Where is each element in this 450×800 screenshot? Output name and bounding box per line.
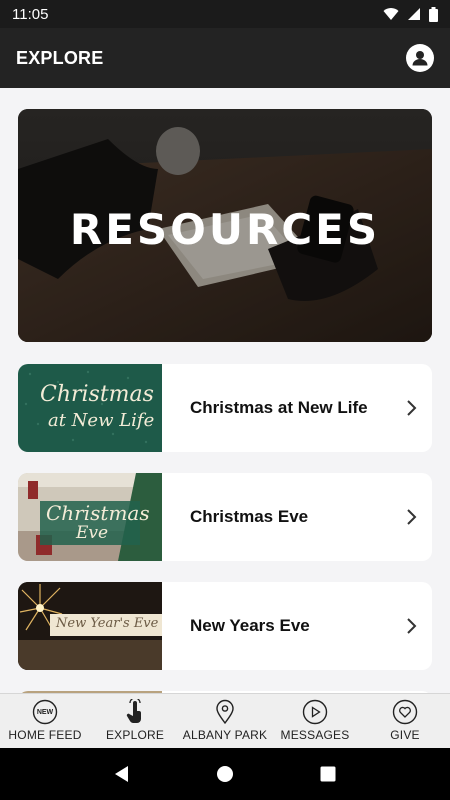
home-icon[interactable] xyxy=(216,765,234,783)
thumb-title-line2: at New Life xyxy=(48,410,155,431)
hero-label: RESOURCES xyxy=(69,205,381,254)
chevron-right-icon xyxy=(392,508,432,526)
nav-home-feed[interactable]: NEW HOME FEED xyxy=(0,694,90,748)
thumb-title: New Year's Eve xyxy=(56,616,159,631)
map-pin-icon xyxy=(212,699,238,725)
resource-card-new-years-eve[interactable]: New Year's Eve New Years Eve xyxy=(18,582,432,670)
status-bar: 11:05 xyxy=(0,0,450,28)
nav-label: MESSAGES xyxy=(280,728,350,742)
signal-icon xyxy=(408,8,420,20)
system-nav-bar xyxy=(0,748,450,800)
play-circle-icon xyxy=(302,699,328,725)
nav-label: ALBANY PARK xyxy=(182,728,268,742)
nav-albany-park[interactable]: ALBANY PARK xyxy=(180,694,270,748)
resource-thumbnail: New Year's Eve xyxy=(18,582,162,670)
app-bar: EXPLORE xyxy=(0,28,450,88)
heart-circle-icon xyxy=(392,699,418,725)
wifi-icon xyxy=(383,8,399,20)
chevron-right-icon xyxy=(392,617,432,635)
page-title: EXPLORE xyxy=(16,47,104,68)
resource-thumbnail: Christmas Eve xyxy=(18,473,162,561)
user-icon xyxy=(412,51,428,66)
recents-icon[interactable] xyxy=(319,765,337,783)
resource-thumbnail: Christmas at New Life xyxy=(18,364,162,452)
resource-card-christmas-at-new-life[interactable]: Christmas at New Life Christmas at New L… xyxy=(18,364,432,452)
resource-card-christmas-eve[interactable]: Christmas Eve Christmas Eve xyxy=(18,473,432,561)
thumb-title-line2: Eve xyxy=(76,523,109,543)
resource-title: Christmas at New Life xyxy=(190,398,368,417)
battery-icon xyxy=(429,6,438,22)
status-icons xyxy=(383,6,438,22)
back-icon[interactable] xyxy=(113,765,131,783)
thumb-title-line1: Christmas xyxy=(46,501,150,525)
nav-give[interactable]: GIVE xyxy=(360,694,450,748)
nav-label: HOME FEED xyxy=(8,728,82,742)
resource-title: Christmas Eve xyxy=(190,507,309,526)
thumb-title-line1: Christmas xyxy=(40,382,154,407)
new-badge-icon: NEW xyxy=(32,699,58,725)
thumb-pattern xyxy=(24,370,152,444)
nav-label: GIVE xyxy=(390,728,420,742)
nav-messages[interactable]: MESSAGES xyxy=(270,694,360,748)
nav-label: EXPLORE xyxy=(105,728,165,742)
home-feed-badge: NEW xyxy=(36,708,54,716)
status-time: 11:05 xyxy=(12,5,49,23)
touch-icon xyxy=(122,699,148,725)
content-area[interactable]: RESOURCES Christmas at New Life Christma… xyxy=(0,88,450,693)
bottom-nav: NEW HOME FEED EXPLORE ALBANY PARK MESSAG… xyxy=(0,693,450,748)
chevron-right-icon xyxy=(392,399,432,417)
resources-hero-card[interactable]: RESOURCES xyxy=(18,109,432,342)
profile-button[interactable] xyxy=(406,44,434,72)
resource-title: New Years Eve xyxy=(190,616,310,635)
nav-explore[interactable]: EXPLORE xyxy=(90,694,180,748)
